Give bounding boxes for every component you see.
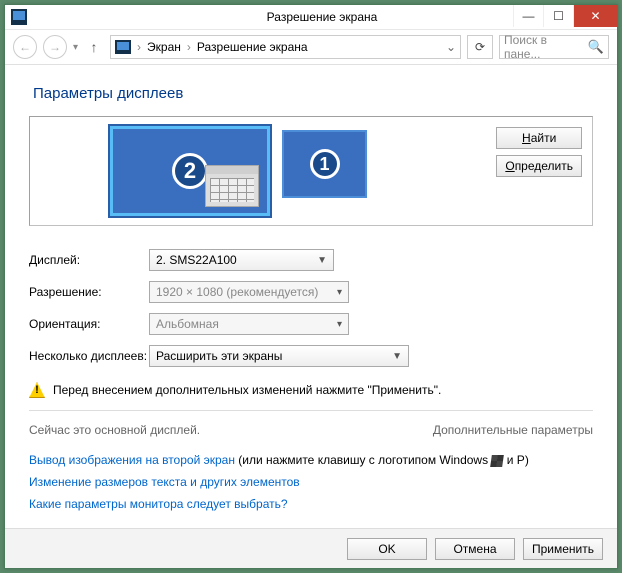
row-display: Дисплей: 2. SMS22A100▼ xyxy=(29,244,593,276)
page-title: Параметры дисплеев xyxy=(33,85,593,102)
warning: ! Перед внесением дополнительных изменен… xyxy=(29,382,593,398)
chevron-down-icon: ▾ xyxy=(337,287,342,298)
footer: OK Отмена Применить xyxy=(5,528,617,568)
display-label: Дисплей: xyxy=(29,253,149,267)
link-help[interactable]: Какие параметры монитора следует выбрать… xyxy=(29,497,288,511)
refresh-button[interactable]: ⟳ xyxy=(467,35,493,59)
address-bar[interactable]: › Экран › Разрешение экрана ⌄ xyxy=(110,35,461,59)
cancel-button[interactable]: Отмена xyxy=(435,538,515,560)
window: Разрешение экрана — ☐ ✕ ← → ▾ ↑ › Экран … xyxy=(4,4,618,569)
app-icon xyxy=(11,9,27,25)
chevron-down-icon: ▾ xyxy=(337,319,342,330)
link-project: Вывод изображения на второй экран (или н… xyxy=(29,449,593,471)
crumb-sep: › xyxy=(187,40,191,54)
content: Параметры дисплеев 2 1 Найти Определить … xyxy=(5,65,617,528)
advanced-link[interactable]: Дополнительные параметры xyxy=(433,423,593,437)
navbar: ← → ▾ ↑ › Экран › Разрешение экрана ⌄ ⟳ … xyxy=(5,29,617,65)
location-icon xyxy=(115,40,131,54)
window-controls: — ☐ ✕ xyxy=(513,5,617,27)
minimize-button[interactable]: — xyxy=(513,5,543,27)
back-button[interactable]: ← xyxy=(13,35,37,59)
monitor-2[interactable]: 2 xyxy=(110,126,270,216)
divider xyxy=(29,410,593,411)
display-select[interactable]: 2. SMS22A100▼ xyxy=(149,249,334,271)
multiple-select[interactable]: Расширить эти экраны▼ xyxy=(149,345,409,367)
find-button[interactable]: Найти xyxy=(496,127,582,149)
windows-logo-icon xyxy=(491,455,503,467)
monitor-1-badge: 1 xyxy=(310,149,340,179)
search-icon: 🔍 xyxy=(588,39,604,55)
orientation-select[interactable]: Альбомная▾ xyxy=(149,313,349,335)
monitors-container: 2 1 xyxy=(110,126,420,216)
status-text: Сейчас это основной дисплей. xyxy=(29,423,200,437)
titlebar: Разрешение экрана — ☐ ✕ xyxy=(5,5,617,29)
up-button[interactable]: ↑ xyxy=(84,39,104,55)
search-placeholder: Поиск в пане... xyxy=(504,33,584,61)
monitor-2-badge: 2 xyxy=(172,153,208,189)
chevron-down-icon: ▼ xyxy=(392,351,402,362)
chevron-down-icon: ▼ xyxy=(317,255,327,266)
crumb-sep: › xyxy=(137,40,141,54)
orientation-label: Ориентация: xyxy=(29,317,149,331)
status-row: Сейчас это основной дисплей. Дополнитель… xyxy=(29,423,593,437)
history-dropdown[interactable]: ▾ xyxy=(73,42,78,53)
preview-buttons: Найти Определить xyxy=(496,127,582,177)
row-orientation: Ориентация: Альбомная▾ xyxy=(29,308,593,340)
maximize-button[interactable]: ☐ xyxy=(543,5,573,27)
crumb-screen[interactable]: Экран xyxy=(147,40,181,54)
identify-button[interactable]: Определить xyxy=(496,155,582,177)
identify-overlay-icon xyxy=(205,165,259,207)
row-multiple: Несколько дисплеев: Расширить эти экраны… xyxy=(29,340,593,372)
link-text-size[interactable]: Изменение размеров текста и других элеме… xyxy=(29,475,300,489)
forward-button[interactable]: → xyxy=(43,35,67,59)
settings-form: Дисплей: 2. SMS22A100▼ Разрешение: 1920 … xyxy=(29,244,593,372)
close-button[interactable]: ✕ xyxy=(573,5,617,27)
warning-icon: ! xyxy=(29,382,45,398)
resolution-select[interactable]: 1920 × 1080 (рекомендуется)▾ xyxy=(149,281,349,303)
ok-button[interactable]: OK xyxy=(347,538,427,560)
address-dropdown[interactable]: ⌄ xyxy=(446,40,456,54)
display-preview: 2 1 Найти Определить xyxy=(29,116,593,226)
multiple-label: Несколько дисплеев: xyxy=(29,349,149,363)
help-links: Вывод изображения на второй экран (или н… xyxy=(29,449,593,515)
row-resolution: Разрешение: 1920 × 1080 (рекомендуется)▾ xyxy=(29,276,593,308)
resolution-label: Разрешение: xyxy=(29,285,149,299)
crumb-resolution[interactable]: Разрешение экрана xyxy=(197,40,308,54)
warning-text: Перед внесением дополнительных изменений… xyxy=(53,383,441,397)
monitor-1[interactable]: 1 xyxy=(282,130,367,198)
apply-button[interactable]: Применить xyxy=(523,538,603,560)
search-input[interactable]: Поиск в пане... 🔍 xyxy=(499,35,609,59)
link-project-a[interactable]: Вывод изображения на второй экран xyxy=(29,453,235,467)
